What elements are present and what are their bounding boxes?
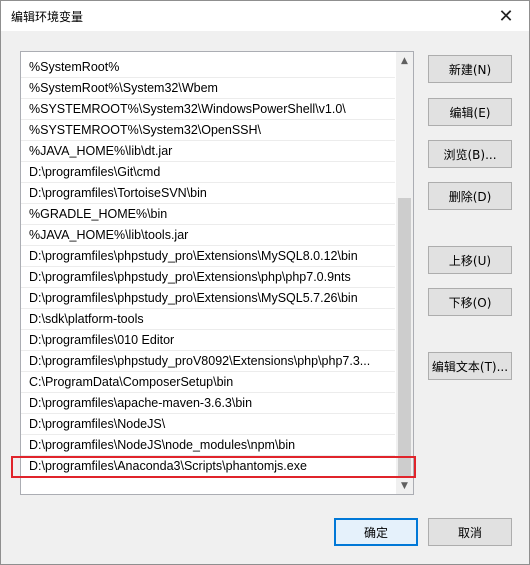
- path-entry-row[interactable]: D:\programfiles\phpstudy_pro\Extensions\…: [21, 267, 395, 288]
- path-entry-row[interactable]: D:\programfiles\NodeJS\node_modules\npm\…: [21, 435, 395, 456]
- path-entry-row[interactable]: %SYSTEMROOT%\System32\OpenSSH\: [21, 120, 395, 141]
- cancel-button[interactable]: 取消: [428, 518, 512, 546]
- path-entry-row[interactable]: %SystemRoot%\System32\Wbem: [21, 78, 395, 99]
- scrollbar-thumb[interactable]: [398, 198, 411, 476]
- path-entry-row[interactable]: D:\programfiles\Git\cmd: [21, 162, 395, 183]
- close-icon[interactable]: ✕: [483, 1, 529, 31]
- path-entry-row[interactable]: %JAVA_HOME%\lib\dt.jar: [21, 141, 395, 162]
- path-entry-row[interactable]: D:\programfiles\010 Editor: [21, 330, 395, 351]
- path-entry-row[interactable]: D:\programfiles\phpstudy_proV8092\Extens…: [21, 351, 395, 372]
- edit-text-button[interactable]: 编辑文本(T)...: [428, 352, 512, 380]
- scroll-up-icon[interactable]: ▲: [396, 52, 413, 69]
- move-down-button[interactable]: 下移(O): [428, 288, 512, 316]
- title-bar: 编辑环境变量 ✕: [1, 1, 529, 31]
- delete-button[interactable]: 删除(D): [428, 182, 512, 210]
- path-entry-row[interactable]: D:\programfiles\NodeJS\: [21, 414, 395, 435]
- move-up-button[interactable]: 上移(U): [428, 246, 512, 274]
- edit-button[interactable]: 编辑(E): [428, 98, 512, 126]
- path-entry-row[interactable]: D:\sdk\platform-tools: [21, 309, 395, 330]
- path-entry-row[interactable]: %SystemRoot%: [21, 57, 395, 78]
- path-entry-row[interactable]: D:\programfiles\phpstudy_pro\Extensions\…: [21, 288, 395, 309]
- path-entry-row[interactable]: D:\programfiles\Anaconda3\Scripts\phanto…: [21, 456, 395, 477]
- path-entry-row[interactable]: %GRADLE_HOME%\bin: [21, 204, 395, 225]
- path-entry-row[interactable]: C:\ProgramData\ComposerSetup\bin: [21, 372, 395, 393]
- path-entry-row[interactable]: D:\programfiles\apache-maven-3.6.3\bin: [21, 393, 395, 414]
- scroll-down-icon[interactable]: ▼: [396, 477, 413, 494]
- vertical-scrollbar[interactable]: ▲ ▼: [396, 52, 413, 494]
- path-entries-list[interactable]: %SystemRoot% %SystemRoot%\System32\Wbem %S…: [20, 51, 414, 495]
- path-entry-row[interactable]: D:\programfiles\TortoiseSVN\bin: [21, 183, 395, 204]
- dialog-title: 编辑环境变量: [11, 10, 84, 24]
- path-entries-rows: %SystemRoot% %SystemRoot%\System32\Wbem %S…: [21, 57, 395, 477]
- browse-button[interactable]: 浏览(B)...: [428, 140, 512, 168]
- ok-button[interactable]: 确定: [334, 518, 418, 546]
- path-entry-row[interactable]: %SYSTEMROOT%\System32\WindowsPowerShell\…: [21, 99, 395, 120]
- edit-env-var-dialog: 编辑环境变量 ✕ %SystemRoot% %SystemRoot%\System…: [0, 0, 530, 565]
- path-entry-row[interactable]: D:\programfiles\phpstudy_pro\Extensions\…: [21, 246, 395, 267]
- new-button[interactable]: 新建(N): [428, 55, 512, 83]
- path-entry-row[interactable]: %JAVA_HOME%\lib\tools.jar: [21, 225, 395, 246]
